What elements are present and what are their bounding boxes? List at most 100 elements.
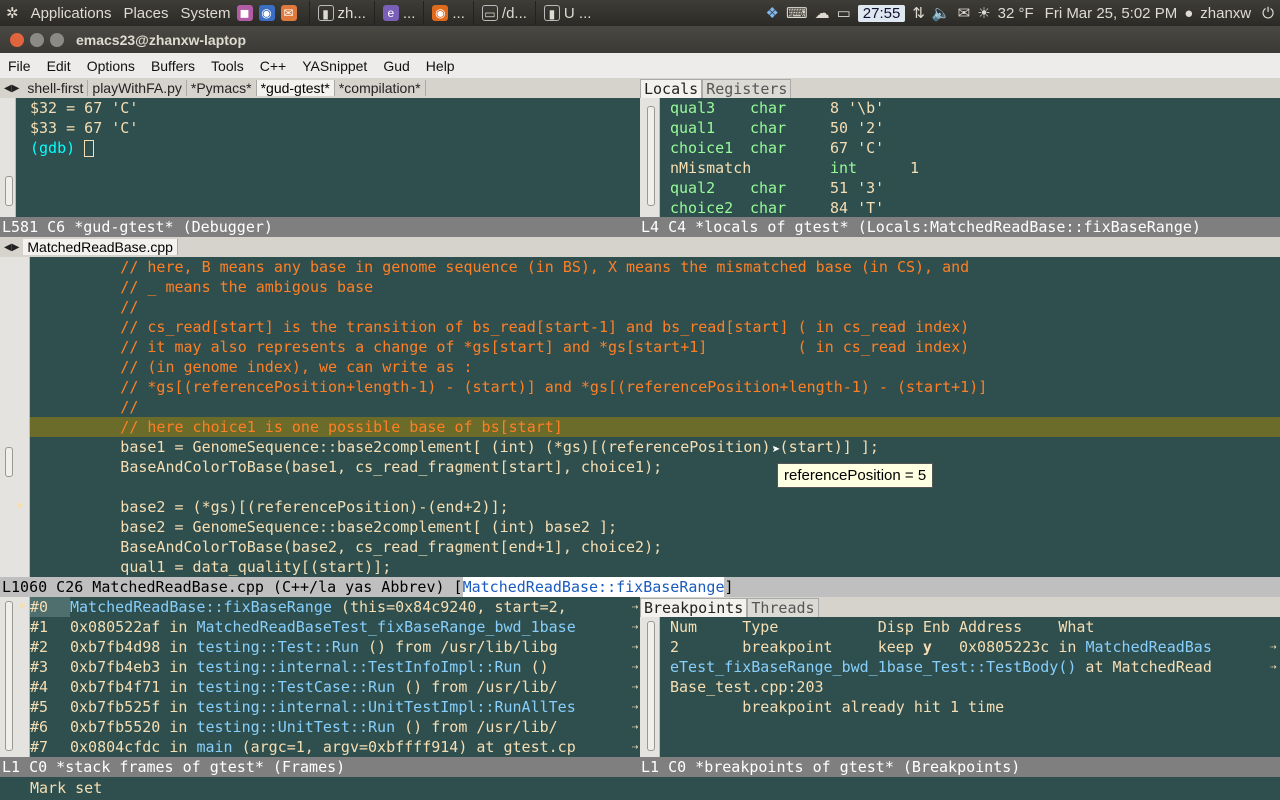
keyboard-icon[interactable]: ⌨ bbox=[786, 4, 808, 22]
menu-help[interactable]: Help bbox=[418, 58, 463, 74]
menu-edit[interactable]: Edit bbox=[39, 58, 79, 74]
frame-row[interactable]: #2 0xb7fb4d98 in testing::Test::Run () fr… bbox=[30, 637, 630, 657]
username[interactable]: zhanxw bbox=[1200, 5, 1251, 22]
source-buffer[interactable]: // here, B means any base in genome sequ… bbox=[30, 257, 1280, 577]
frames-scrollbar[interactable] bbox=[4, 597, 14, 757]
user-icon[interactable]: ● bbox=[1184, 5, 1193, 22]
weather-icon[interactable]: ☁ bbox=[815, 4, 830, 22]
code-line: // _ means the ambigous base bbox=[30, 278, 374, 296]
menu-gud[interactable]: Gud bbox=[375, 58, 417, 74]
volume-icon[interactable]: 🔈 bbox=[932, 4, 951, 22]
frame-row[interactable]: #6 0xb7fb5520 in testing::UnitTest::Run (… bbox=[30, 717, 630, 737]
sun-icon[interactable]: ☀ bbox=[977, 4, 990, 22]
tab-scroll-arrows[interactable]: ◀▶ bbox=[0, 242, 23, 253]
minibuffer[interactable]: Mark set bbox=[0, 777, 1280, 800]
frame-row[interactable]: #0 MatchedReadBase::fixBaseRange (this=0x… bbox=[30, 597, 630, 617]
launcher-icon[interactable]: ◼ bbox=[236, 5, 253, 21]
local-row[interactable]: choice1 char 67 'C' bbox=[670, 138, 1280, 158]
task-term2[interactable]: ▮ U ... bbox=[534, 1, 600, 25]
tab-matchedreadbase[interactable]: MatchedReadBase.cpp bbox=[23, 239, 178, 255]
local-row[interactable]: qual3 char 8 '\b' bbox=[670, 98, 1280, 118]
terminal-icon: ▮ bbox=[543, 5, 560, 21]
local-row[interactable]: qual1 char 50 '2' bbox=[670, 118, 1280, 138]
variable-tooltip: referencePosition = 5 bbox=[777, 463, 934, 488]
tab-playwithfa[interactable]: playWithFA.py bbox=[88, 80, 187, 96]
tab-locals[interactable]: Locals bbox=[640, 78, 703, 98]
envelope-icon[interactable]: ✉ bbox=[958, 4, 971, 22]
task-browser[interactable]: ◉... bbox=[423, 1, 473, 25]
tab-gud-gtest[interactable]: *gud-gtest* bbox=[256, 80, 335, 96]
menu-tools[interactable]: Tools bbox=[203, 58, 252, 74]
frame-marker: ▶ bbox=[20, 600, 27, 611]
locals-modeline[interactable]: L4 C4 *locals of gtest* (Locals:MatchedR… bbox=[640, 217, 1280, 237]
frame-row[interactable]: #5 0xb7fb525f in testing::internal::UnitT… bbox=[30, 697, 630, 717]
current-line-marker: ▶ bbox=[18, 500, 25, 511]
breakpoints-modeline[interactable]: L1 C0 *breakpoints of gtest* (Breakpoint… bbox=[640, 757, 1280, 777]
frames-modeline[interactable]: L1 C0 *stack frames of gtest* (Frames) bbox=[0, 757, 640, 777]
frame-row[interactable]: #1 0x080522af in MatchedReadBaseTest_fixB… bbox=[30, 617, 630, 637]
task-emacs[interactable]: e... bbox=[373, 1, 424, 25]
mouse-pointer-icon: ➤ bbox=[772, 442, 781, 458]
firefox-icon[interactable]: ◉ bbox=[258, 5, 275, 21]
code-line: // (in genome index), we can write as : bbox=[30, 358, 473, 376]
tab-pymacs[interactable]: *Pymacs* bbox=[187, 80, 257, 96]
clock-badge[interactable]: 27:55 bbox=[857, 4, 906, 22]
breakpoint-row[interactable]: 2 breakpoint keep y 0x0805223c in Matche… bbox=[670, 637, 1270, 657]
menu-yasnippet[interactable]: YASnippet bbox=[294, 58, 375, 74]
frame-row[interactable]: #4 0xb7fb4f71 in testing::TestCase::Run (… bbox=[30, 677, 630, 697]
minimize-icon[interactable] bbox=[30, 32, 44, 47]
task-files[interactable]: ▭/d... bbox=[472, 1, 535, 25]
code-line: // it may also represents a change of *g… bbox=[30, 338, 970, 356]
source-tab-bar: ◀▶ MatchedReadBase.cpp bbox=[0, 237, 1280, 257]
tab-scroll-arrows[interactable]: ◀▶ bbox=[0, 83, 23, 94]
breakpoint-row-cont: Base_test.cpp:203 bbox=[670, 678, 824, 696]
gud-scrollbar[interactable] bbox=[4, 98, 14, 217]
menu-places[interactable]: Places bbox=[117, 5, 174, 22]
local-row[interactable]: choice2 char 84 'T' bbox=[670, 198, 1280, 217]
menu-applications[interactable]: Applications bbox=[25, 5, 118, 22]
tab-compilation[interactable]: *compilation* bbox=[335, 80, 426, 96]
which-func[interactable]: MatchedReadBase::fixBaseRange bbox=[462, 577, 725, 597]
frame-row[interactable]: #3 0xb7fb4eb3 in testing::internal::TestI… bbox=[30, 657, 630, 677]
source-scrollbar[interactable] bbox=[4, 257, 14, 577]
tab-breakpoints[interactable]: Breakpoints bbox=[640, 597, 748, 617]
locals-buffer[interactable]: qual3 char 8 '\b' qual1 char 50 '2' choice1 c… bbox=[670, 98, 1280, 217]
local-row[interactable]: nMismatch int 1 bbox=[670, 158, 1280, 178]
datetime[interactable]: Fri Mar 25, 5:02 PM bbox=[1045, 5, 1178, 22]
tab-registers[interactable]: Registers bbox=[702, 78, 792, 98]
local-row[interactable]: qual2 char 51 '3' bbox=[670, 178, 1280, 198]
network-icon[interactable]: ⇅ bbox=[912, 4, 925, 22]
tab-threads[interactable]: Threads bbox=[747, 597, 819, 617]
breakpoints-buffer[interactable]: Num Type Disp Enb Address What 2 breakpo… bbox=[670, 617, 1270, 757]
task-terminal[interactable]: ▮ zh... bbox=[308, 1, 374, 25]
dropbox-icon[interactable]: ❖ bbox=[766, 4, 779, 22]
tab-shell-first[interactable]: shell-first bbox=[23, 80, 89, 96]
locals-scrollbar[interactable] bbox=[646, 98, 656, 217]
gdb-prompt[interactable]: (gdb) bbox=[30, 138, 640, 158]
menu-system[interactable]: System bbox=[175, 5, 237, 22]
close-icon[interactable] bbox=[10, 32, 24, 47]
ubuntu-logo-icon[interactable]: ✲ bbox=[0, 4, 25, 22]
mail-icon[interactable]: ✉ bbox=[280, 5, 297, 21]
gud-buffer[interactable]: $32 = 67 'C' $33 = 67 'C' (gdb) bbox=[30, 98, 640, 217]
weather-temp[interactable]: 32 °F bbox=[998, 5, 1034, 22]
source-modeline[interactable]: L1060 C26 MatchedReadBase.cpp (C++/la ya… bbox=[0, 577, 1280, 597]
power-icon[interactable]: ⏻ bbox=[1262, 5, 1274, 22]
code-line: base2 = (*gs)[(referencePosition)-(end+2… bbox=[30, 498, 509, 516]
menu-buffers[interactable]: Buffers bbox=[143, 58, 203, 74]
code-line: // cs_read[start] is the transition of b… bbox=[30, 318, 970, 336]
menu-cpp[interactable]: C++ bbox=[252, 58, 294, 74]
code-line: // bbox=[30, 298, 139, 316]
maximize-icon[interactable] bbox=[50, 32, 64, 47]
menu-file[interactable]: File bbox=[0, 58, 39, 74]
breakpoints-scrollbar[interactable] bbox=[646, 617, 656, 757]
frames-buffer[interactable]: #0 MatchedReadBase::fixBaseRange (this=0x… bbox=[30, 597, 630, 757]
battery-icon[interactable]: ▭ bbox=[837, 4, 851, 22]
frame-row[interactable]: #7 0x0804cfdc in main (argc=1, argv=0xbff… bbox=[30, 737, 630, 757]
firefox-icon: ◉ bbox=[432, 5, 449, 21]
top-panel: ✲ Applications Places System ◼ ◉ ✉ ▮ zh..… bbox=[0, 0, 1280, 26]
cursor bbox=[84, 140, 95, 157]
menu-options[interactable]: Options bbox=[79, 58, 143, 74]
gud-modeline[interactable]: L581 C6 *gud-gtest* (Debugger) bbox=[0, 217, 640, 237]
